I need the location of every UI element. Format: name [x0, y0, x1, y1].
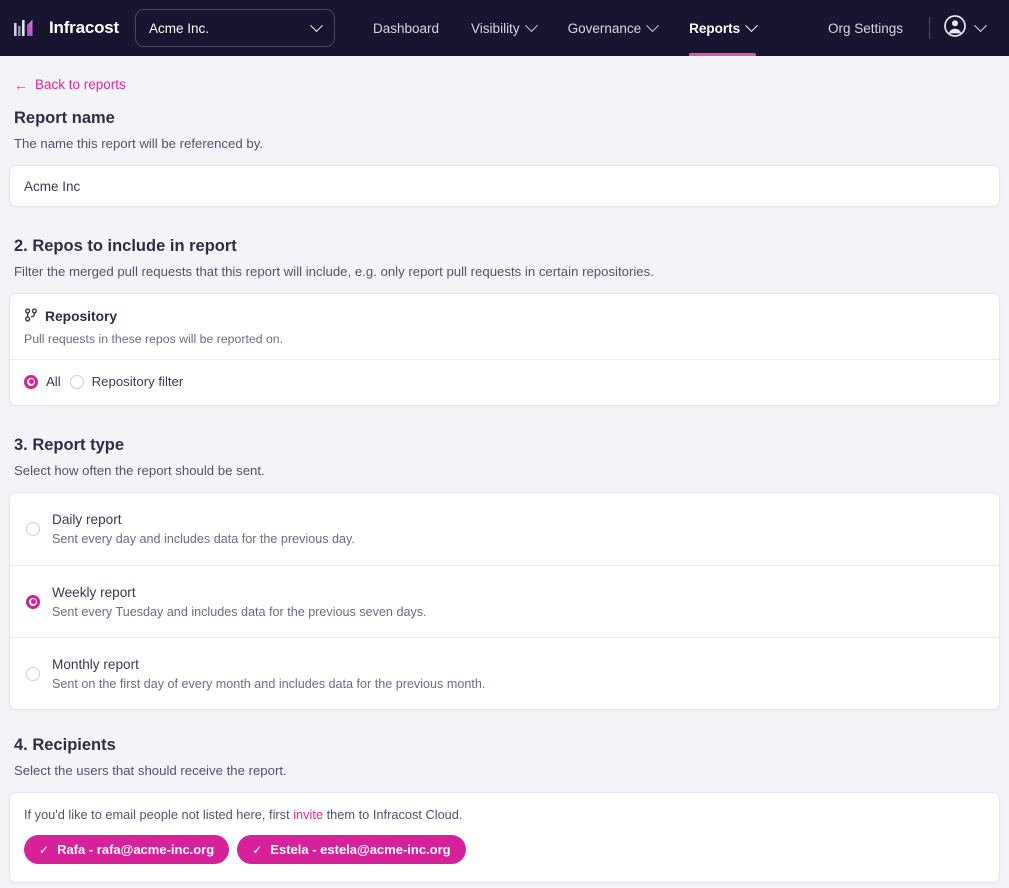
repository-scope-options: All Repository filter: [10, 360, 999, 405]
nav-item-label: Dashboard: [373, 20, 440, 36]
invite-note-after: them to Infracost Cloud.: [323, 807, 463, 822]
report-type-section: 3. Report type Select how often the repo…: [9, 436, 1000, 710]
nav-item-visibility[interactable]: Visibility: [455, 0, 552, 56]
section-title: Report name: [14, 109, 115, 127]
section-title: 2. Repos to include in report: [14, 237, 237, 255]
report-name-card: Acme Inc: [9, 165, 1000, 207]
git-branch-icon: [24, 308, 38, 325]
repo-option-all[interactable]: All: [24, 374, 61, 389]
report-type-option-monthly[interactable]: Monthly report Sent on the first day of …: [10, 637, 999, 709]
arrow-left-icon: ←: [14, 76, 28, 93]
radio-repository-filter[interactable]: [69, 374, 84, 389]
nav-right-group: Org Settings: [812, 0, 995, 56]
nav-item-label: Reports: [689, 20, 741, 36]
radio-monthly-report[interactable]: [26, 666, 40, 681]
nav-divider: [929, 17, 930, 39]
repos-section: 2. Repos to include in report Filter the…: [9, 237, 1000, 406]
recipient-chip[interactable]: ✓ Estela - estela@acme-inc.org: [237, 835, 466, 864]
nav-item-label: Org Settings: [827, 20, 903, 36]
report-type-label: Daily report: [52, 512, 122, 527]
nav-item-org-settings[interactable]: Org Settings: [812, 0, 919, 56]
report-type-description: Sent on the first day of every month and…: [52, 676, 486, 691]
section-title: 4. Recipients: [14, 736, 116, 754]
repo-option-label: Repository filter: [91, 374, 184, 389]
infracost-logo-icon: [14, 17, 42, 39]
report-type-label: Weekly report: [52, 584, 136, 600]
repository-subtitle: Pull requests in these repos will be rep…: [24, 332, 284, 346]
chevron-down-icon: [310, 18, 323, 32]
section-description: Filter the merged pull requests that thi…: [14, 264, 654, 279]
chevron-down-icon: [745, 18, 758, 32]
invite-link[interactable]: invite: [293, 807, 323, 822]
account-menu[interactable]: [940, 14, 995, 42]
repo-option-filter[interactable]: Repository filter: [69, 374, 184, 389]
check-icon: ✓: [39, 842, 50, 857]
recipient-chip[interactable]: ✓ Rafa - rafa@acme-inc.org: [24, 835, 230, 864]
report-type-description: Sent every Tuesday and includes data for…: [52, 604, 427, 619]
report-type-text: Weekly report Sent every Tuesday and inc…: [52, 585, 427, 619]
check-icon: ✓: [252, 842, 263, 857]
section-description: The name this report will be referenced …: [14, 136, 263, 151]
nav-item-governance[interactable]: Governance: [552, 0, 674, 56]
section-title: 3. Report type: [14, 436, 125, 454]
report-type-text: Monthly report Sent on the first day of …: [52, 657, 485, 691]
recipient-chips: ✓ Rafa - rafa@acme-inc.org ✓ Estela - es…: [24, 835, 985, 864]
report-type-option-daily[interactable]: Daily report Sent every day and includes…: [10, 493, 999, 565]
report-name-input[interactable]: Acme Inc: [10, 166, 999, 206]
user-circle-icon: [944, 14, 966, 42]
invite-note: If you'd like to email people not listed…: [24, 807, 985, 822]
recipients-section: 4. Recipients Select the users that shou…: [9, 736, 1000, 883]
radio-all[interactable]: [24, 374, 38, 389]
recipients-card: If you'd like to email people not listed…: [9, 792, 1000, 883]
nav-item-reports[interactable]: Reports: [673, 0, 772, 56]
repo-option-label: All: [46, 374, 61, 389]
section-description: Select how often the report should be se…: [14, 463, 265, 478]
back-to-reports-link[interactable]: ← Back to reports: [9, 56, 1000, 109]
recipients-body: If you'd like to email people not listed…: [10, 793, 999, 882]
report-name-section: Report name The name this report will be…: [9, 109, 1000, 207]
report-type-card: Daily report Sent every day and includes…: [9, 492, 1000, 710]
invite-note-before: If you'd like to email people not listed…: [24, 807, 294, 822]
top-navbar: Infracost Acme Inc. Dashboard Visibility…: [0, 0, 1009, 56]
nav-item-dashboard[interactable]: Dashboard: [357, 0, 455, 56]
org-selector[interactable]: Acme Inc.: [135, 9, 335, 47]
report-type-label: Monthly report: [52, 656, 139, 672]
nav-links: Dashboard Visibility Governance Reports: [357, 0, 772, 56]
report-type-option-weekly[interactable]: Weekly report Sent every Tuesday and inc…: [10, 565, 999, 637]
radio-daily-report[interactable]: [26, 522, 40, 536]
page-content: ← Back to reports Report name The name t…: [0, 56, 1009, 883]
radio-weekly-report[interactable]: [26, 594, 40, 609]
nav-item-label: Governance: [567, 20, 642, 36]
repository-title: Repository: [45, 309, 118, 324]
brand-name: Infracost: [49, 18, 119, 37]
repository-card: Repository Pull requests in these repos …: [9, 293, 1000, 406]
brand-logo[interactable]: Infracost: [14, 17, 119, 39]
report-type-text: Daily report Sent every day and includes…: [52, 512, 355, 546]
repository-card-header: Repository Pull requests in these repos …: [10, 294, 999, 346]
section-description: Select the users that should receive the…: [14, 763, 287, 778]
chevron-down-icon: [974, 18, 987, 32]
org-selector-value: Acme Inc.: [149, 20, 210, 36]
recipient-chip-label: Rafa - rafa@acme-inc.org: [57, 842, 215, 857]
nav-item-label: Visibility: [471, 20, 520, 36]
repository-title-row: Repository: [24, 308, 985, 325]
back-link-label: Back to reports: [35, 77, 126, 92]
chevron-down-icon: [524, 18, 538, 32]
chevron-down-icon: [646, 18, 659, 32]
recipient-chip-label: Estela - estela@acme-inc.org: [270, 842, 451, 857]
report-type-description: Sent every day and includes data for the…: [52, 532, 355, 546]
